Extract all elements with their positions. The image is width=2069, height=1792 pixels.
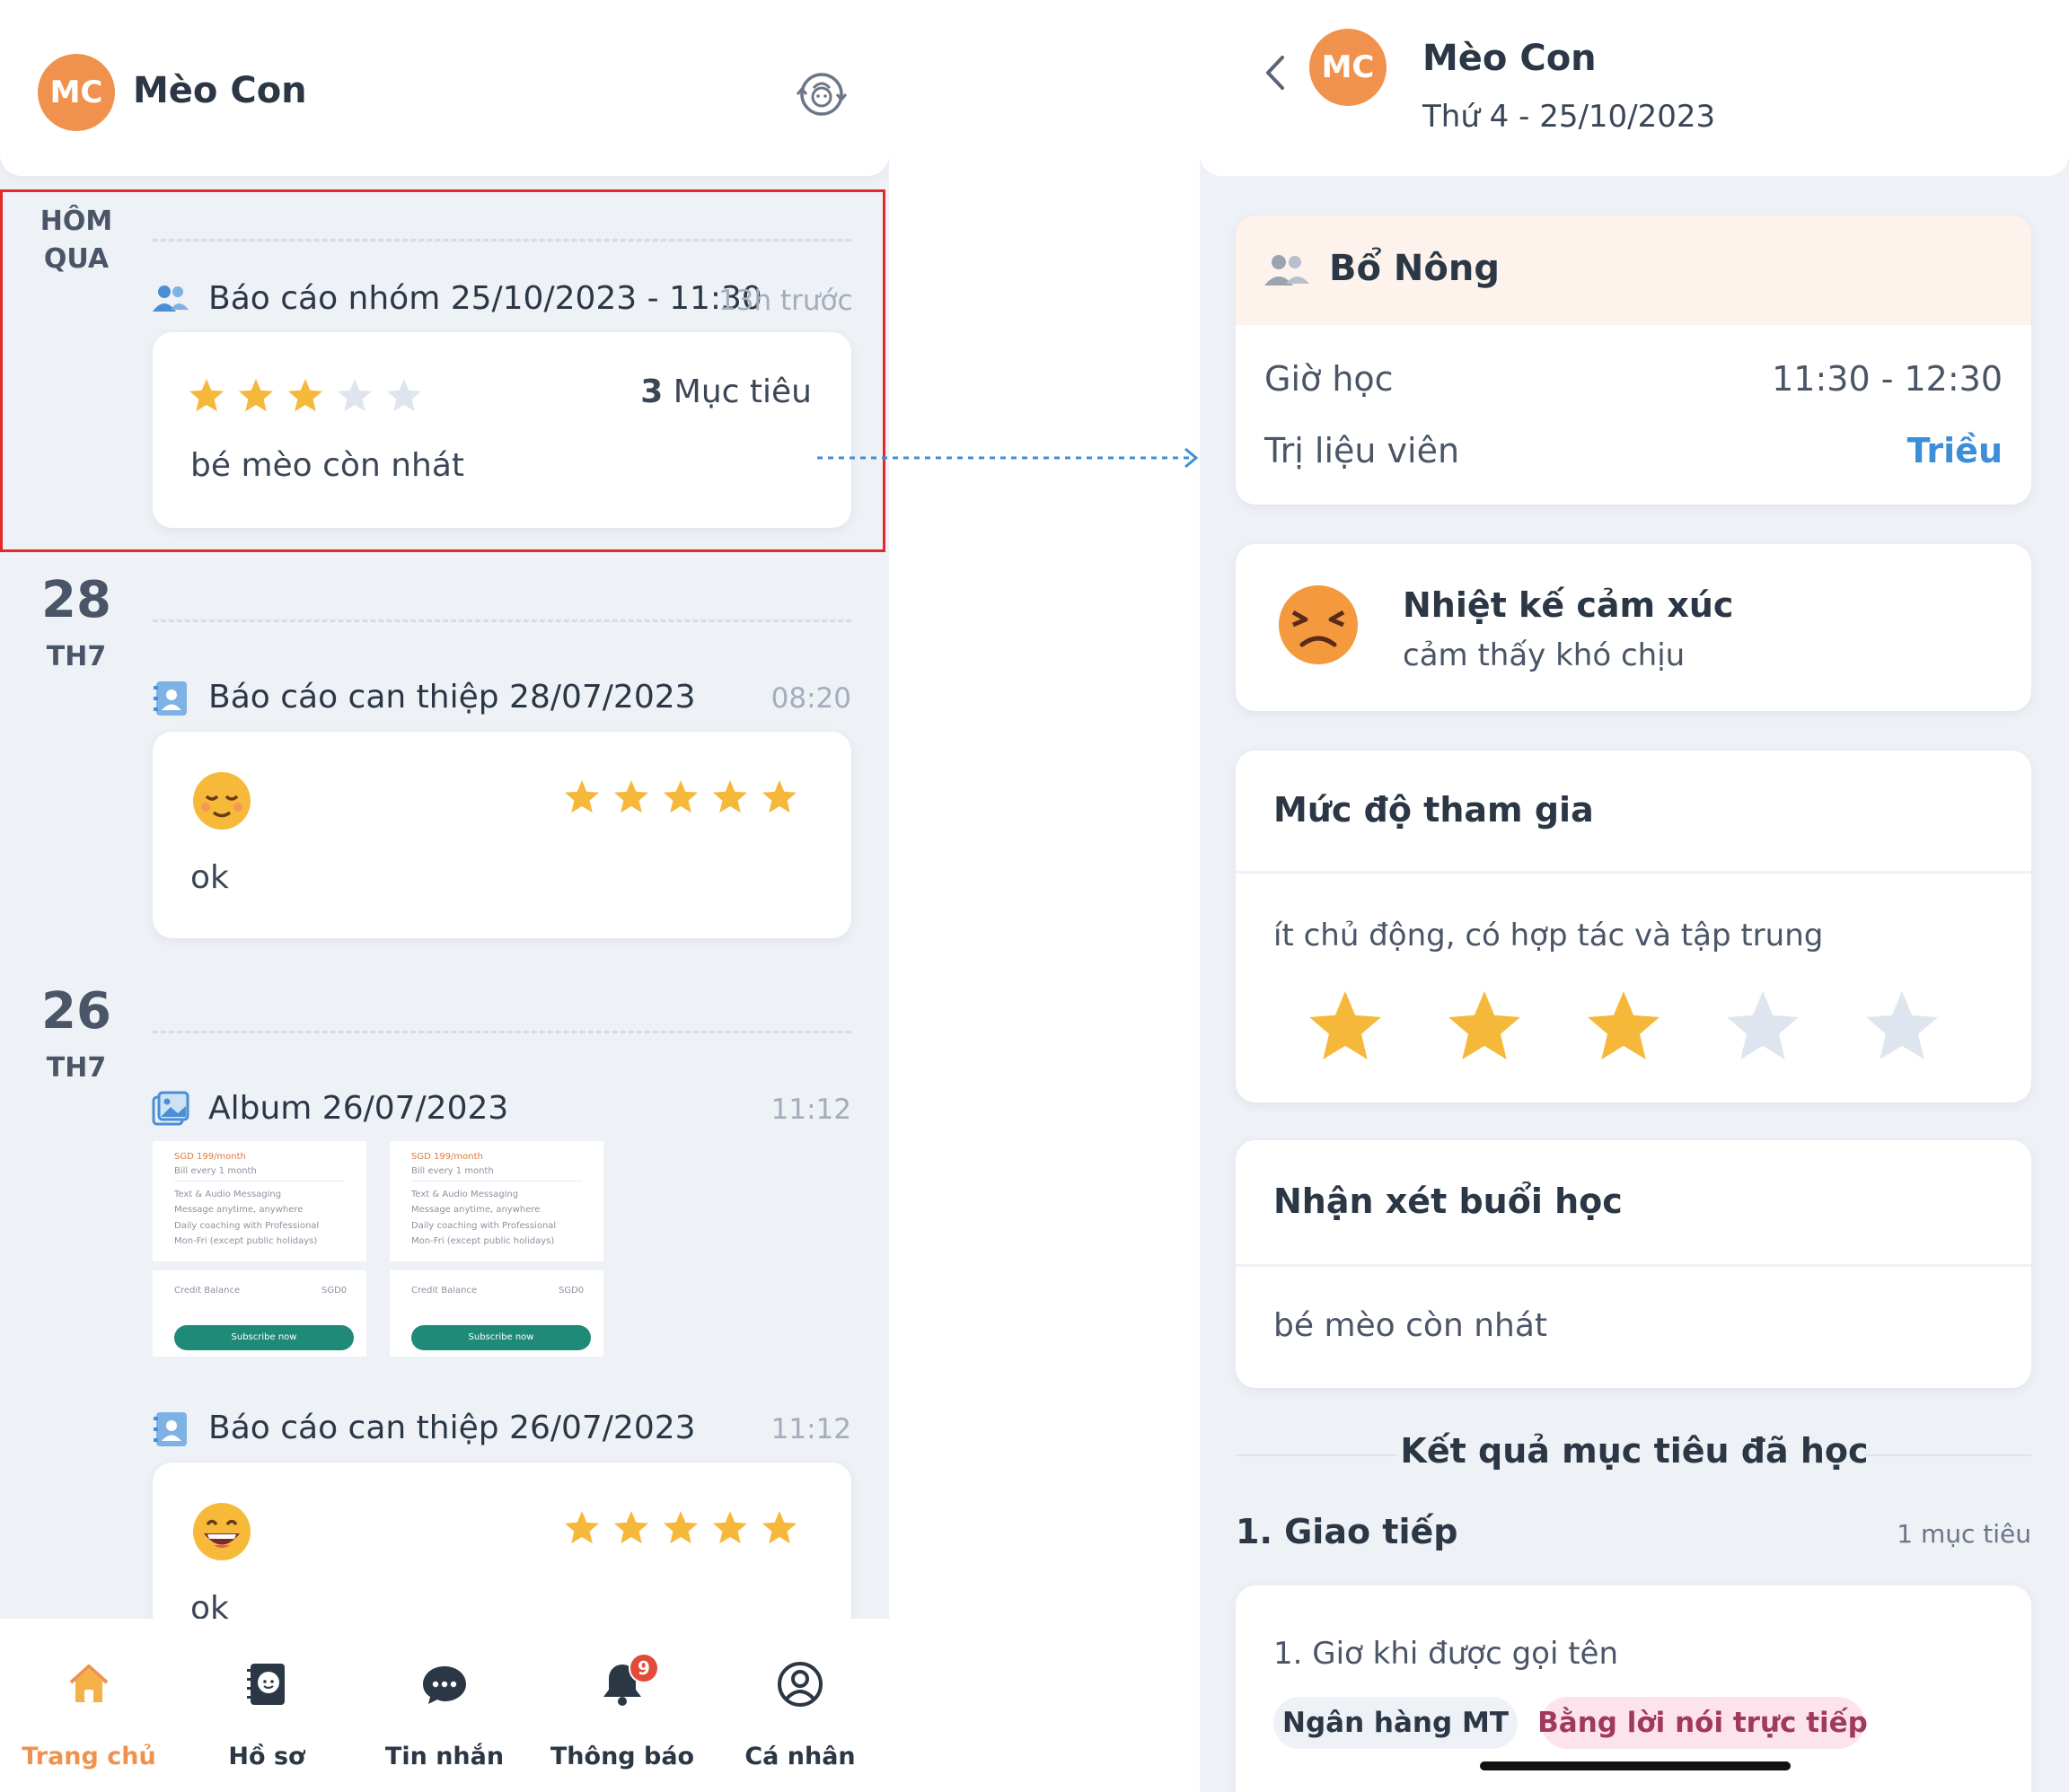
category-count: 1 mục tiêu	[1897, 1519, 2031, 1549]
report-icon	[154, 1412, 187, 1446]
participation-description: ít chủ động, có hợp tác và tập trung	[1273, 918, 1824, 953]
group-name: Bổ Nông	[1329, 248, 1500, 289]
weekday: TH7	[46, 1052, 107, 1084]
time-value: 11:30 - 12:30	[1772, 359, 2003, 399]
screen-root: { "left": { "header": { "avatar_initials…	[0, 0, 2069, 1792]
divider	[153, 1261, 366, 1270]
therapist-link[interactable]: Triều	[1907, 431, 2003, 470]
star-filled-icon	[762, 780, 797, 813]
star-filled-icon	[565, 780, 599, 813]
star-filled-icon	[1448, 991, 1520, 1059]
star-filled-icon	[1588, 991, 1660, 1059]
report-detail-screen: MC Mèo Con Thứ 4 - 25/10/2023 Bổ Nông Gi…	[1200, 0, 2069, 1792]
group-icon	[1264, 255, 1309, 285]
divider	[390, 1261, 603, 1270]
entry-title[interactable]: Album 26/07/2023	[208, 1090, 508, 1127]
results-title: Kết quả mục tiêu đã học	[1400, 1431, 1869, 1471]
session-date: Thứ 4 - 25/10/2023	[1422, 99, 1716, 135]
star-filled-icon	[664, 1511, 698, 1544]
section-title: Nhận xét buổi học	[1273, 1181, 1623, 1221]
star-filled-icon	[664, 780, 698, 813]
persevering-face-emoji	[1279, 585, 1358, 664]
star-filled-icon	[614, 780, 648, 813]
therapist-label: Trị liệu viên	[1264, 431, 1460, 470]
day-number: 26	[41, 982, 111, 1041]
star-empty-icon	[1866, 991, 1938, 1059]
nav-label: Trang chủ	[22, 1743, 156, 1770]
day-divider	[153, 619, 851, 622]
goal-bank-tag: Ngân hàng MT	[1273, 1697, 1518, 1749]
nav-messages[interactable]: Tin nhắn	[356, 1619, 533, 1792]
participation-card: Mức độ tham gia ít chủ động, có hợp tác …	[1236, 751, 2031, 1102]
report-comment: ok	[190, 859, 229, 896]
chat-icon	[423, 1666, 466, 1704]
nav-profile[interactable]: Hồ sơ	[178, 1619, 356, 1792]
bottom-navigation: Trang chủ Hồ sơ Tin nhắn 9 Thông báo Cá …	[0, 1619, 889, 1792]
profile-book-icon	[247, 1664, 285, 1705]
emotion-title: Nhiệt kế cảm xúc	[1403, 585, 1734, 625]
emotion-value: cảm thấy khó chịu	[1403, 637, 1686, 673]
connector-arrow	[817, 447, 1199, 469]
star-filled-icon	[762, 1511, 797, 1544]
intervention-report-card[interactable]: ok	[153, 732, 851, 938]
star-filled-icon	[565, 1511, 599, 1544]
entry-title[interactable]: Báo cáo can thiệp 28/07/2023	[208, 679, 696, 716]
day-number: 28	[41, 571, 111, 629]
avatar[interactable]: MC	[1309, 29, 1387, 106]
child-switch-icon[interactable]	[792, 65, 851, 124]
entry-time: 11:12	[770, 1094, 851, 1126]
section-title: Mức độ tham gia	[1273, 790, 1594, 830]
user-circle-icon	[778, 1662, 823, 1707]
album-thumbnail[interactable]: SGD 199/month Bill every 1 month Text & …	[390, 1141, 603, 1357]
nav-personal[interactable]: Cá nhân	[711, 1619, 889, 1792]
avatar[interactable]: MC	[38, 54, 115, 131]
remarks-text: bé mèo còn nhát	[1273, 1307, 1548, 1344]
rating-stars	[565, 780, 797, 813]
nav-label: Tin nhắn	[384, 1743, 505, 1770]
app-header: MC Mèo Con	[0, 0, 889, 176]
child-name: Mèo Con	[1422, 38, 1597, 79]
entry-time: 08:20	[770, 682, 851, 715]
album-thumbnail[interactable]: SGD 199/month Bill every 1 month Text & …	[153, 1141, 366, 1357]
nav-home[interactable]: Trang chủ	[0, 1619, 178, 1792]
star-filled-icon	[713, 780, 747, 813]
rating-stars	[1309, 991, 1938, 1059]
emotion-card: Nhiệt kế cảm xúc cảm thấy khó chịu	[1236, 544, 2031, 711]
highlight-box	[0, 189, 885, 552]
entry-time: 11:12	[770, 1413, 851, 1445]
entry-title[interactable]: Báo cáo can thiệp 26/07/2023	[208, 1410, 696, 1446]
category-title: 1. Giao tiếp	[1236, 1512, 1458, 1551]
star-filled-icon	[614, 1511, 648, 1544]
divider	[1236, 871, 2031, 874]
star-empty-icon	[1727, 991, 1799, 1059]
detail-header: MC Mèo Con Thứ 4 - 25/10/2023	[1200, 0, 2069, 176]
album-icon	[152, 1091, 189, 1126]
back-arrow-icon[interactable]	[1257, 52, 1293, 93]
grinning-face-emoji	[193, 1503, 251, 1560]
notification-badge: 9	[629, 1653, 659, 1683]
time-label: Giờ học	[1264, 359, 1394, 399]
home-indicator	[1480, 1761, 1791, 1770]
remarks-card: Nhận xét buổi học bé mèo còn nhát	[1236, 1140, 2031, 1388]
nav-notifications[interactable]: 9 Thông báo	[533, 1619, 711, 1792]
group-info-card: Bổ Nông Giờ học 11:30 - 12:30 Trị liệu v…	[1236, 215, 2031, 505]
rating-stars	[565, 1511, 797, 1544]
star-filled-icon	[713, 1511, 747, 1544]
report-icon	[154, 681, 187, 716]
home-icon	[69, 1665, 109, 1702]
day-divider	[153, 1031, 851, 1033]
goal-title: 1. Giơ khi được gọi tên	[1273, 1636, 1619, 1672]
method-tag: Bằng lời nói trực tiếp	[1537, 1697, 1868, 1749]
divider	[1236, 1264, 2031, 1267]
child-name: Mèo Con	[133, 70, 307, 111]
weekday: TH7	[46, 641, 107, 672]
relieved-face-emoji	[193, 772, 251, 830]
nav-label: Cá nhân	[744, 1743, 856, 1770]
nav-label: Thông báo	[550, 1743, 695, 1770]
nav-label: Hồ sơ	[228, 1743, 305, 1770]
star-filled-icon	[1309, 991, 1381, 1059]
